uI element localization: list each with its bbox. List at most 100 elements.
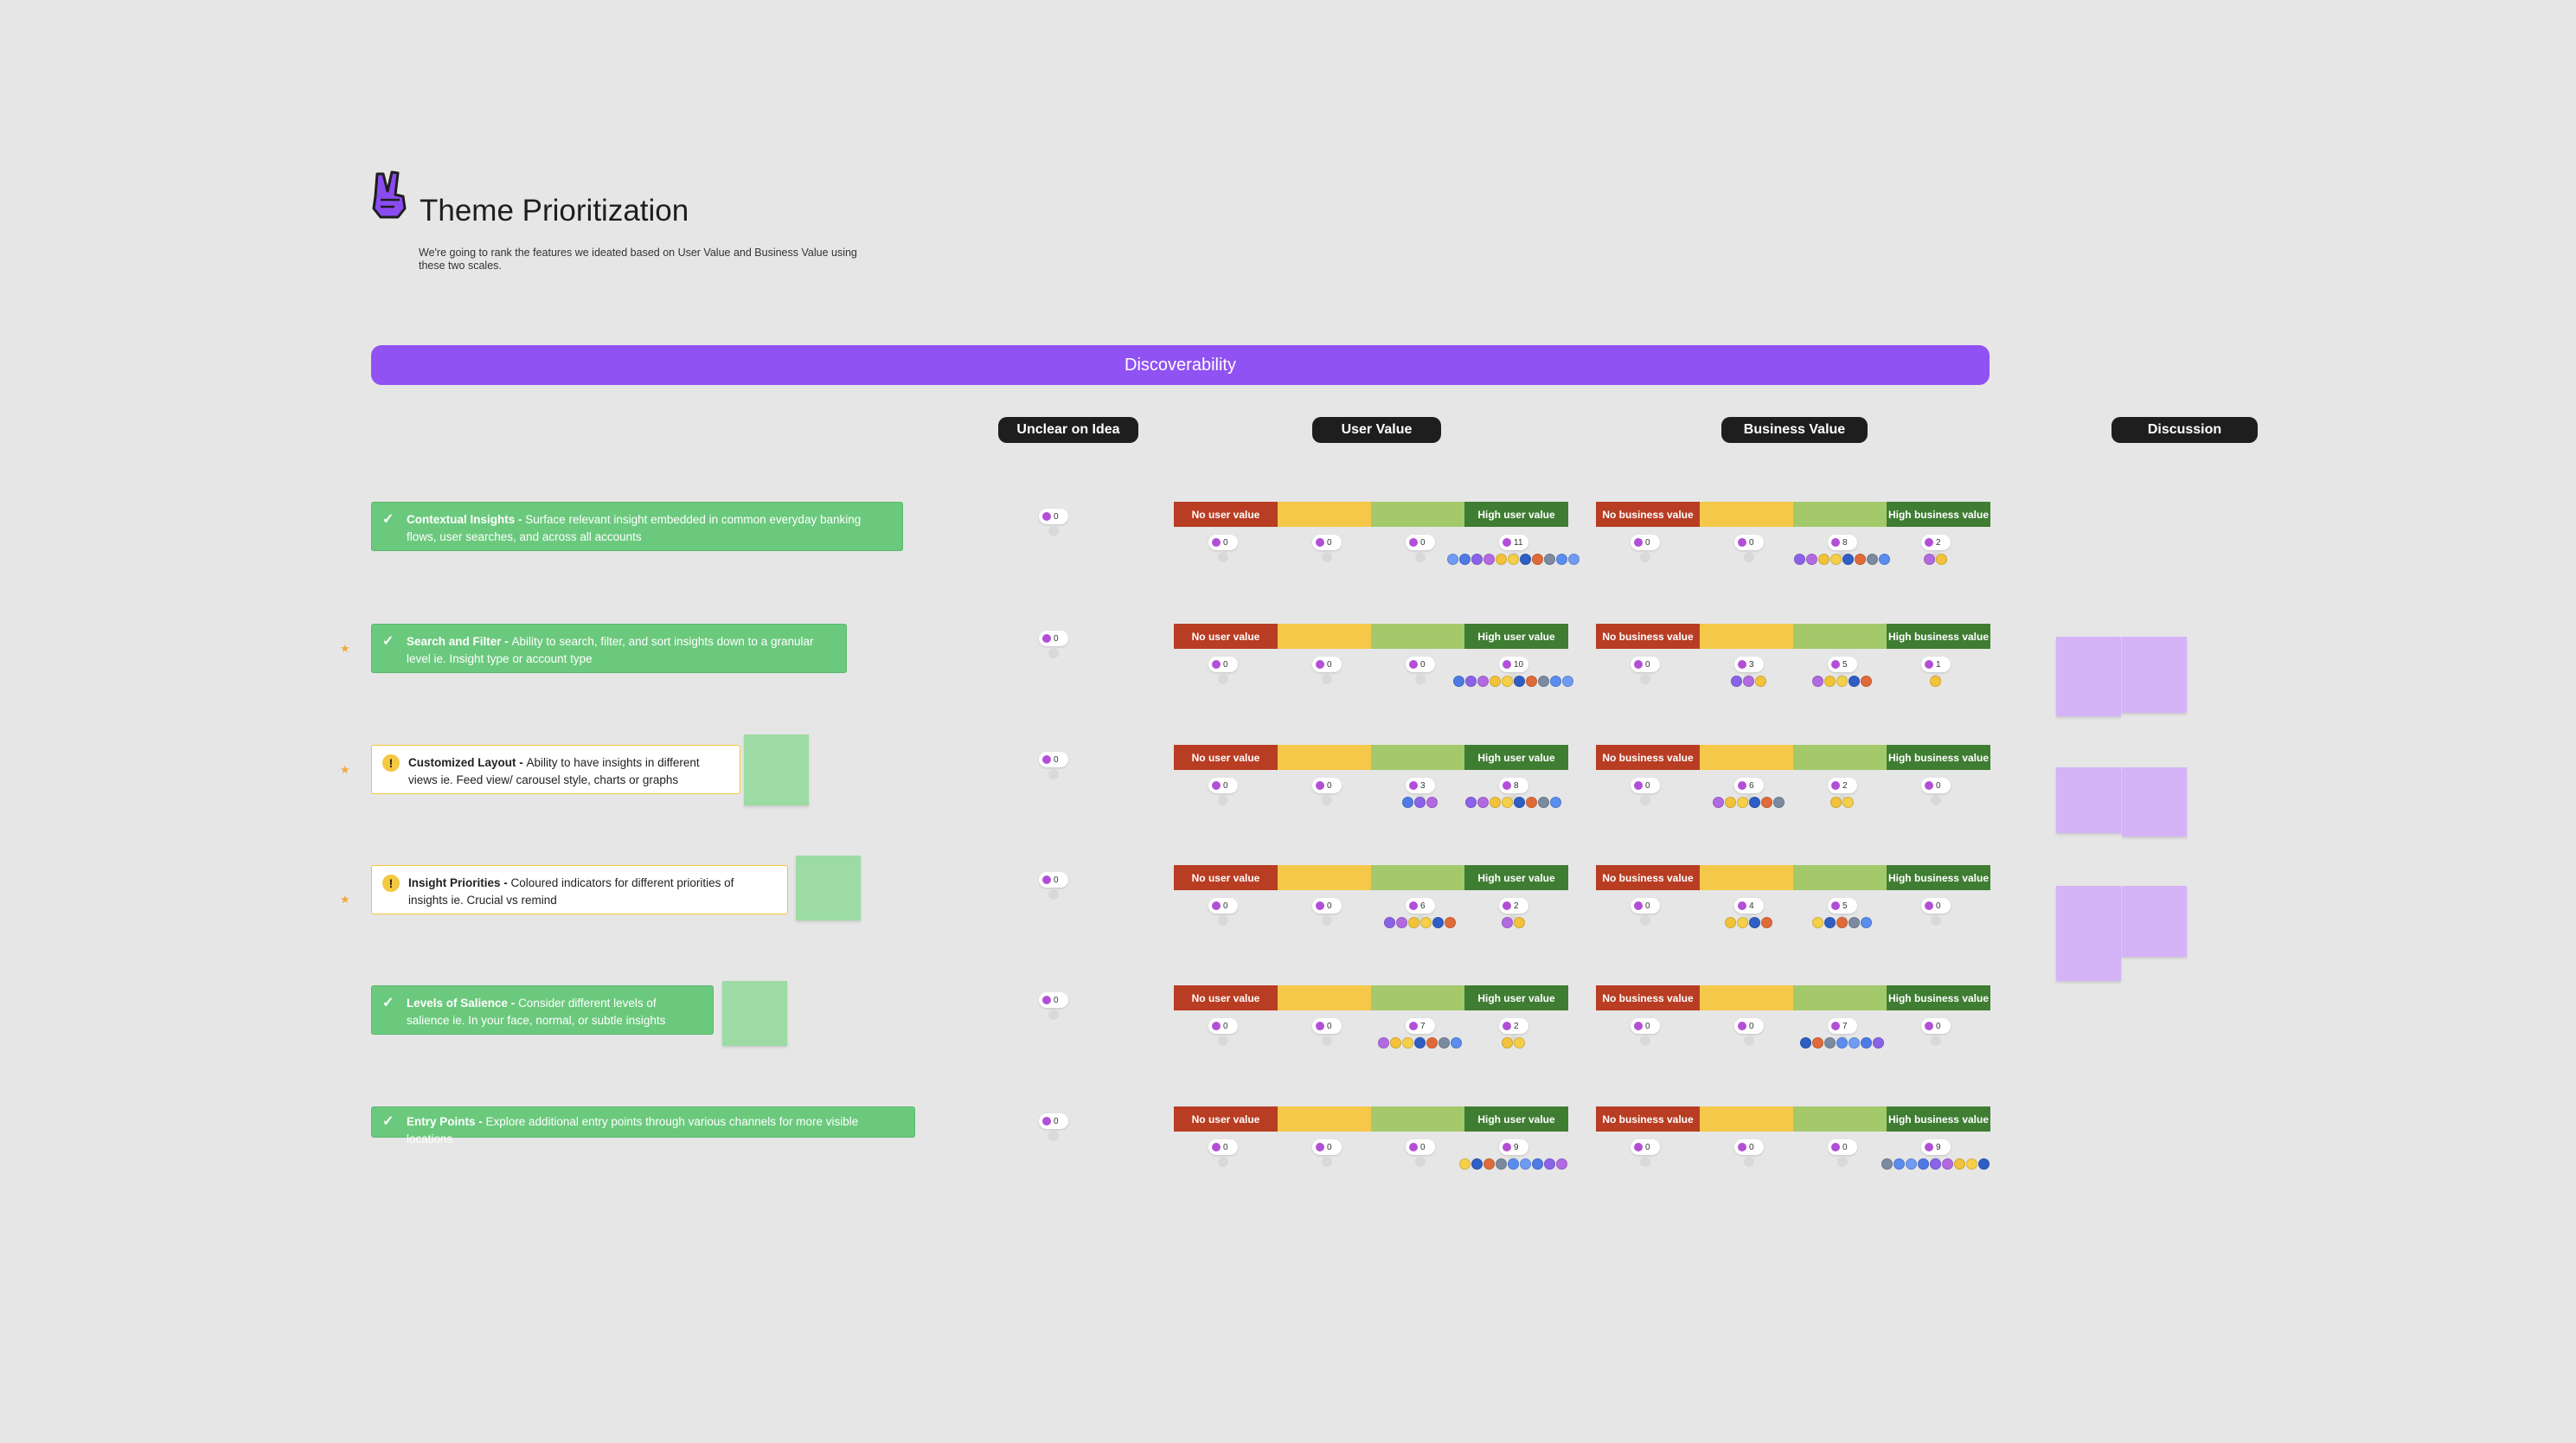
sticky-note[interactable]: [744, 734, 809, 805]
vote-counter[interactable]: 0: [1039, 1113, 1068, 1129]
vote-counter[interactable]: 0: [1039, 509, 1068, 524]
vote-counter[interactable]: 0: [1312, 657, 1342, 672]
vote-counter[interactable]: 7: [1406, 1018, 1435, 1034]
discussion-sticky-note[interactable]: [2122, 637, 2187, 713]
discussion-sticky-note[interactable]: [2056, 637, 2121, 716]
business-value-scale-segment[interactable]: [1793, 502, 1887, 527]
vote-counter[interactable]: 5: [1828, 898, 1857, 914]
user-value-scale-segment[interactable]: No user value: [1174, 865, 1278, 890]
business-value-scale-segment[interactable]: No business value: [1596, 985, 1700, 1010]
user-value-scale-segment[interactable]: [1278, 1106, 1371, 1132]
business-value-scale-segment[interactable]: [1700, 985, 1793, 1010]
vote-counter[interactable]: 6: [1406, 898, 1435, 914]
vote-counter[interactable]: 3: [1406, 778, 1435, 793]
discussion-sticky-note[interactable]: [2056, 886, 2121, 981]
vote-counter[interactable]: 0: [1039, 872, 1068, 888]
user-value-scale-segment[interactable]: High user value: [1464, 865, 1568, 890]
vote-counter[interactable]: 0: [1734, 535, 1764, 550]
vote-counter[interactable]: 0: [1828, 1139, 1857, 1155]
business-value-scale-segment[interactable]: [1700, 1106, 1793, 1132]
vote-counter[interactable]: 0: [1631, 1139, 1660, 1155]
vote-counter[interactable]: 0: [1208, 1018, 1238, 1034]
vote-counter[interactable]: 5: [1828, 657, 1857, 672]
feature-card-contextual-insights[interactable]: ✓ Contextual Insights - Surface relevant…: [371, 502, 903, 551]
user-value-scale-segment[interactable]: No user value: [1174, 502, 1278, 527]
vote-counter[interactable]: 0: [1631, 535, 1660, 550]
vote-counter[interactable]: 0: [1921, 898, 1951, 914]
business-value-scale-segment[interactable]: High business value: [1887, 1106, 1990, 1132]
vote-counter[interactable]: 11: [1499, 535, 1528, 550]
user-value-scale-segment[interactable]: [1371, 1106, 1464, 1132]
user-value-scale-segment[interactable]: No user value: [1174, 1106, 1278, 1132]
vote-counter[interactable]: 10: [1499, 657, 1528, 672]
business-value-scale-segment[interactable]: [1700, 624, 1793, 649]
vote-counter[interactable]: 0: [1312, 898, 1342, 914]
vote-counter[interactable]: 0: [1406, 657, 1435, 672]
business-value-scale-segment[interactable]: [1700, 865, 1793, 890]
vote-counter[interactable]: 7: [1828, 1018, 1857, 1034]
vote-counter[interactable]: 4: [1734, 898, 1764, 914]
sticky-note[interactable]: [796, 856, 861, 920]
feature-card-search-filter[interactable]: ✓ Search and Filter - Ability to search,…: [371, 624, 847, 673]
user-value-scale-segment[interactable]: [1278, 502, 1371, 527]
vote-counter[interactable]: 2: [1499, 1018, 1528, 1034]
vote-counter[interactable]: 0: [1039, 992, 1068, 1008]
business-value-scale-segment[interactable]: High business value: [1887, 745, 1990, 770]
vote-counter[interactable]: 0: [1631, 1018, 1660, 1034]
business-value-scale-segment[interactable]: No business value: [1596, 865, 1700, 890]
user-value-scale-segment[interactable]: [1278, 865, 1371, 890]
business-value-scale-segment[interactable]: [1700, 502, 1793, 527]
vote-counter[interactable]: 2: [1921, 535, 1951, 550]
vote-counter[interactable]: 0: [1208, 535, 1238, 550]
feature-card-customized-layout[interactable]: ! Customized Layout - Ability to have in…: [371, 745, 740, 794]
business-value-scale-segment[interactable]: High business value: [1887, 624, 1990, 649]
vote-counter[interactable]: 0: [1208, 898, 1238, 914]
vote-counter[interactable]: 9: [1499, 1139, 1528, 1155]
vote-counter[interactable]: 6: [1734, 778, 1764, 793]
vote-counter[interactable]: 0: [1921, 778, 1951, 793]
vote-counter[interactable]: 0: [1312, 778, 1342, 793]
vote-counter[interactable]: 0: [1406, 535, 1435, 550]
vote-counter[interactable]: 9: [1921, 1139, 1951, 1155]
vote-counter[interactable]: 0: [1631, 657, 1660, 672]
vote-counter[interactable]: 0: [1039, 752, 1068, 767]
business-value-scale-segment[interactable]: No business value: [1596, 502, 1700, 527]
business-value-scale-segment[interactable]: [1793, 745, 1887, 770]
feature-card-insight-priorities[interactable]: ! Insight Priorities - Coloured indicato…: [371, 865, 788, 914]
vote-counter[interactable]: 0: [1631, 898, 1660, 914]
discussion-sticky-note[interactable]: [2122, 886, 2187, 957]
user-value-scale-segment[interactable]: [1278, 985, 1371, 1010]
user-value-scale-segment[interactable]: [1278, 745, 1371, 770]
vote-counter[interactable]: 0: [1312, 1018, 1342, 1034]
vote-counter[interactable]: 0: [1208, 657, 1238, 672]
user-value-scale-segment[interactable]: High user value: [1464, 985, 1568, 1010]
vote-counter[interactable]: 3: [1734, 657, 1764, 672]
vote-counter[interactable]: 0: [1039, 631, 1068, 646]
user-value-scale-segment[interactable]: [1371, 624, 1464, 649]
discussion-sticky-note[interactable]: [2056, 767, 2121, 833]
vote-counter[interactable]: 0: [1208, 778, 1238, 793]
vote-counter[interactable]: 0: [1312, 1139, 1342, 1155]
business-value-scale-segment[interactable]: [1700, 745, 1793, 770]
vote-counter[interactable]: 1: [1921, 657, 1951, 672]
user-value-scale-segment[interactable]: High user value: [1464, 624, 1568, 649]
vote-counter[interactable]: 2: [1499, 898, 1528, 914]
business-value-scale-segment[interactable]: [1793, 985, 1887, 1010]
vote-counter[interactable]: 0: [1921, 1018, 1951, 1034]
user-value-scale-segment[interactable]: [1278, 624, 1371, 649]
vote-counter[interactable]: 0: [1406, 1139, 1435, 1155]
user-value-scale-segment[interactable]: [1371, 745, 1464, 770]
vote-counter[interactable]: 0: [1631, 778, 1660, 793]
user-value-scale-segment[interactable]: [1371, 865, 1464, 890]
vote-counter[interactable]: 0: [1208, 1139, 1238, 1155]
business-value-scale-segment[interactable]: High business value: [1887, 502, 1990, 527]
vote-counter[interactable]: 2: [1828, 778, 1857, 793]
business-value-scale-segment[interactable]: No business value: [1596, 745, 1700, 770]
user-value-scale-segment[interactable]: High user value: [1464, 502, 1568, 527]
feature-card-levels-of-salience[interactable]: ✓ Levels of Salience - Consider differen…: [371, 985, 714, 1035]
user-value-scale-segment[interactable]: High user value: [1464, 1106, 1568, 1132]
feature-card-entry-points[interactable]: ✓ Entry Points - Explore additional entr…: [371, 1106, 915, 1145]
business-value-scale-segment[interactable]: No business value: [1596, 624, 1700, 649]
vote-counter[interactable]: 8: [1828, 535, 1857, 550]
user-value-scale-segment[interactable]: No user value: [1174, 985, 1278, 1010]
